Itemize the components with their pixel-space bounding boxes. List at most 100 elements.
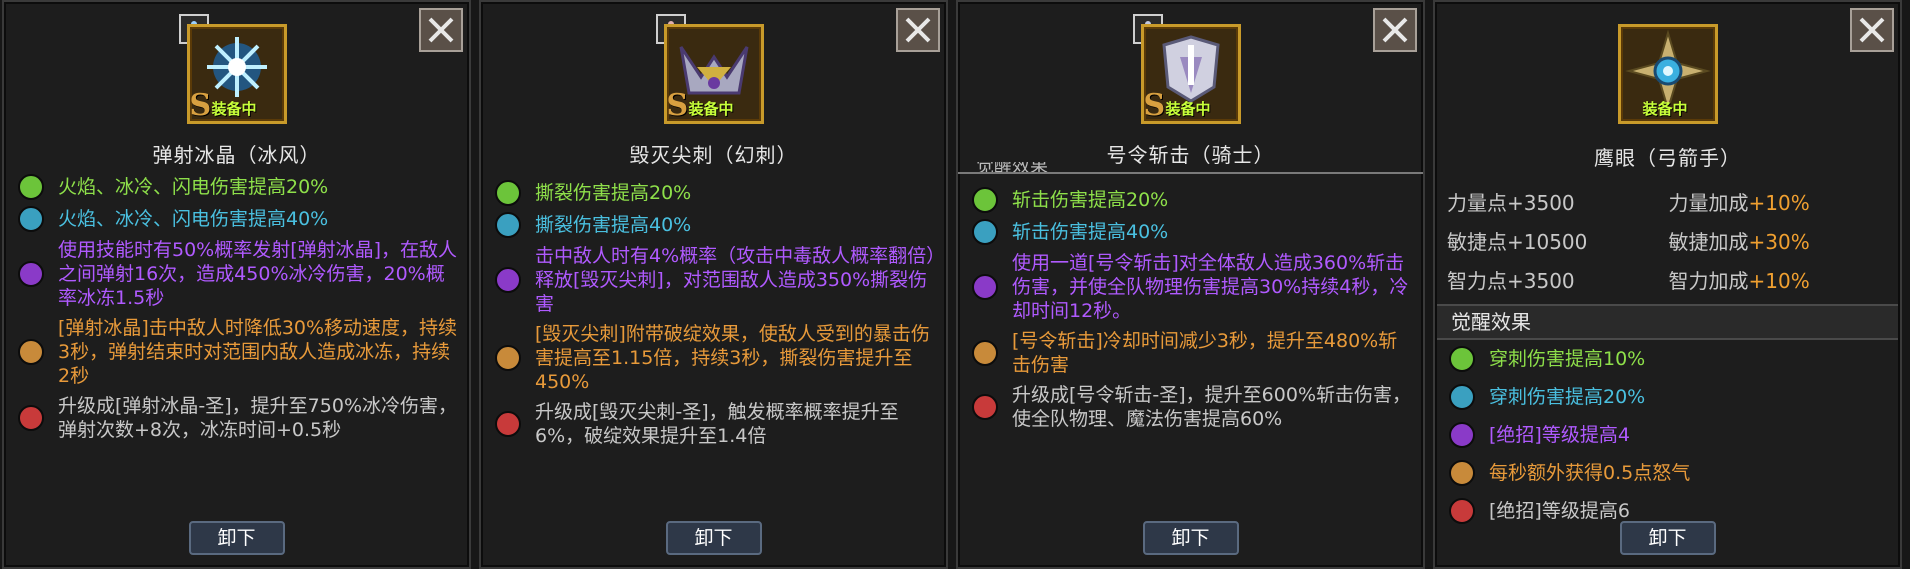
effect-row: 撕裂伤害提高40% [495,212,936,238]
stat-label: 智力点 [1447,269,1507,293]
effect-text: 每秒额外获得0.5点怒气 [1489,462,1691,484]
unequip-button[interactable]: 卸下 [1619,521,1716,555]
close-icon [1859,17,1885,43]
equipped-label: 装备中 [1642,100,1688,118]
unequip-button[interactable]: 卸下 [665,521,762,555]
effect-text: 撕裂伤害提高40% [535,214,692,236]
stat-row: 敏捷点+10500 敏捷加成+30% [1447,221,1890,260]
item-name: 弹射冰晶（冰风） [152,143,321,167]
effect-text: 火焰、冰冷、闪电伤害提高20% [58,176,329,198]
purple-gem-icon [972,274,998,300]
effect-text: 穿刺伤害提高20% [1489,386,1646,408]
effect-text: [毁灭尖刺]附带破绽效果，使敌人受到的暴击伤害提高至1.15倍，持续3秒，撕裂伤… [535,323,930,393]
red-gem-icon [495,411,521,437]
ice-crystal-icon[interactable]: S 装备中 [186,24,287,124]
awakening-section-title: 觉醒效果 [1437,304,1898,340]
item-panel-ice-crystal: S 装备中 弹射冰晶（冰风） 火焰、冰冷、闪电伤害提高20% 火焰、冰冷、闪电伤… [2,0,471,569]
green-gem-icon [18,174,44,200]
effect-text: 升级成[毁灭尖刺-圣]，触发概率概率提升至6%，破绽效果提升至1.4倍 [535,401,899,447]
rank-label: S [189,88,212,123]
effect-row: 斩击伤害提高40% [972,219,1413,245]
orange-gem-icon [495,345,521,371]
red-gem-icon [18,405,44,431]
stat-value: +10500 [1507,230,1588,254]
red-gem-icon [972,394,998,420]
cyan-gem-icon [495,212,521,238]
stat-value: +10% [1748,191,1810,215]
effect-text: 斩击伤害提高40% [1012,221,1169,243]
effect-row: 穿刺伤害提高20% [1449,384,1890,410]
stat-label: 敏捷加成 [1668,230,1749,254]
item-panel-command-slash: S 装备中 号令斩击（骑士） 觉醒效果 斩击伤害提高20% 斩击伤害提高40% … [956,0,1425,569]
effect-row: [号令斩击]冷却时间减少3秒，提升至480%斩击伤害 [972,329,1413,377]
spike-crown-icon[interactable]: S 装备中 [663,24,764,124]
purple-gem-icon [18,261,44,287]
effect-row: 升级成[弹射冰晶-圣]，提升至750%冰冷伤害，弹射次数+8次，冰冻时间+0.5… [18,394,459,442]
item-panel-eagle-eye: 装备中 鹰眼（弓箭手） 力量点+3500 力量加成+10% 敏捷点+10500 … [1433,0,1902,569]
effect-row: 撕裂伤害提高20% [495,180,936,206]
purple-gem-icon [1449,422,1475,448]
effect-row: 火焰、冰冷、闪电伤害提高40% [18,206,459,232]
cyan-gem-icon [18,206,44,232]
effect-row: 使用一道[号令斩击]对全体敌人造成360%斩击伤害，并使全队物理伤害提高30%持… [972,251,1413,323]
stat-row: 力量点+3500 力量加成+10% [1447,182,1890,221]
unequip-button[interactable]: 卸下 [188,521,285,555]
close-button[interactable] [896,8,940,52]
effect-list: 撕裂伤害提高20% 撕裂伤害提高40% 击中敌人时有4%概率（攻击中毒敌人概率翻… [495,180,936,454]
equipped-label: 装备中 [211,100,257,118]
command-slash-icon[interactable]: S 装备中 [1140,24,1241,124]
stat-value: +3500 [1507,269,1575,293]
cyan-gem-icon [972,219,998,245]
rank-label: S [666,88,689,123]
stat-value: +10% [1748,269,1810,293]
stat-row: 智力点+3500 智力加成+10% [1447,260,1890,299]
effect-text: [弹射冰晶]击中敌人时降低30%移动速度，持续3秒，弹射结束时对范围内敌人造成冰… [58,317,458,387]
effect-row: 每秒额外获得0.5点怒气 [1449,460,1890,486]
red-gem-icon [1449,498,1475,524]
effect-row: 斩击伤害提高20% [972,187,1413,213]
rank-label: S [1143,88,1166,123]
cyan-gem-icon [1449,384,1475,410]
effect-row: 升级成[毁灭尖刺-圣]，触发概率概率提升至6%，破绽效果提升至1.4倍 [495,400,936,448]
effect-list: 斩击伤害提高20% 斩击伤害提高40% 使用一道[号令斩击]对全体敌人造成360… [972,187,1413,437]
orange-gem-icon [18,339,44,365]
orange-gem-icon [972,340,998,366]
effect-row: 火焰、冰冷、闪电伤害提高20% [18,174,459,200]
scroll-divider: 觉醒效果 [958,162,1423,174]
stat-label: 敏捷点 [1447,230,1507,254]
effect-text: 火焰、冰冷、闪电伤害提高40% [58,208,329,230]
effect-text: 击中敌人时有4%概率（攻击中毒敌人概率翻倍）释放[毁灭尖刺]，对范围敌人造成35… [535,245,936,315]
effect-text: [绝招]等级提高4 [1489,424,1630,446]
orange-gem-icon [1449,460,1475,486]
effect-row: 使用技能时有50%概率发射[弹射冰晶]，在敌人之间弹射16次，造成450%冰冷伤… [18,238,459,310]
stat-label: 力量加成 [1668,191,1749,215]
effect-text: [绝招]等级提高6 [1489,500,1630,522]
effect-text: 使用一道[号令斩击]对全体敌人造成360%斩击伤害，并使全队物理伤害提高30%持… [1012,252,1409,322]
effect-text: [号令斩击]冷却时间减少3秒，提升至480%斩击伤害 [1012,330,1398,376]
eagle-eye-icon[interactable]: 装备中 [1617,24,1718,124]
effect-row: 击中敌人时有4%概率（攻击中毒敌人概率翻倍）释放[毁灭尖刺]，对范围敌人造成35… [495,244,936,316]
purple-gem-icon [495,267,521,293]
effect-text: 升级成[号令斩击-圣]，提升至600%斩击伤害，使全队物理、魔法伤害提高60% [1012,384,1412,430]
equipped-label: 装备中 [1165,100,1211,118]
close-button[interactable] [1850,8,1894,52]
close-icon [428,17,454,43]
stat-label: 智力加成 [1668,269,1749,293]
effect-list: 火焰、冰冷、闪电伤害提高20% 火焰、冰冷、闪电伤害提高40% 使用技能时有50… [18,174,459,448]
close-button[interactable] [1373,8,1417,52]
effect-text: 撕裂伤害提高20% [535,182,692,204]
item-panel-destruction-spike: S 装备中 毁灭尖刺（幻刺） 撕裂伤害提高20% 撕裂伤害提高40% 击中敌人时… [479,0,948,569]
effect-text: 使用技能时有50%概率发射[弹射冰晶]，在敌人之间弹射16次，造成450%冰冷伤… [58,239,458,309]
unequip-button[interactable]: 卸下 [1142,521,1239,555]
green-gem-icon [495,180,521,206]
close-button[interactable] [419,8,463,52]
effect-list: 穿刺伤害提高10% 穿刺伤害提高20% [绝招]等级提高4 每秒额外获得0.5点… [1449,346,1890,530]
stat-value: +30% [1748,230,1810,254]
stat-value: +3500 [1507,191,1575,215]
green-gem-icon [972,187,998,213]
effect-row: 穿刺伤害提高10% [1449,346,1890,372]
equipped-label: 装备中 [688,100,734,118]
stat-label: 力量点 [1447,191,1507,215]
effect-text: 斩击伤害提高20% [1012,189,1169,211]
effect-row: 升级成[号令斩击-圣]，提升至600%斩击伤害，使全队物理、魔法伤害提高60% [972,383,1413,431]
